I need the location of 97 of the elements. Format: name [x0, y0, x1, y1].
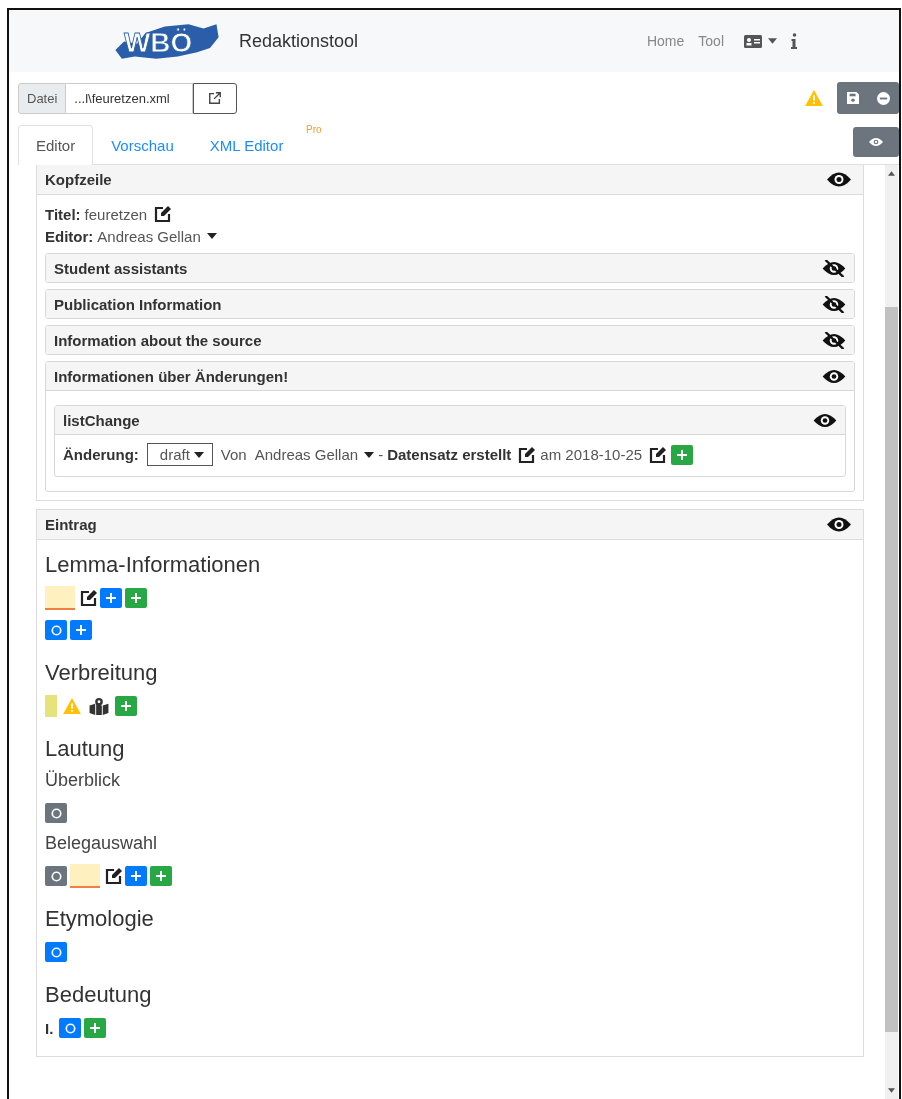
- section-header[interactable]: Information about the source: [46, 326, 854, 354]
- caret-icon: [193, 451, 204, 458]
- add-button[interactable]: [115, 696, 137, 716]
- eye-icon[interactable]: [822, 367, 846, 385]
- circle-icon: [50, 624, 62, 636]
- add-button[interactable]: [125, 866, 147, 886]
- add-button[interactable]: [125, 588, 147, 608]
- edit-icon[interactable]: [105, 867, 123, 885]
- change-label: Änderung:: [63, 446, 139, 463]
- field-label: Titel:: [45, 205, 81, 223]
- section-header[interactable]: Publication Information: [46, 290, 854, 318]
- section-header[interactable]: listChange: [55, 406, 845, 435]
- reload-button[interactable]: [59, 1018, 82, 1038]
- plus-icon: [131, 593, 141, 603]
- person-dropdown[interactable]: Andreas Gellan: [254, 446, 359, 463]
- warning-icon: [63, 698, 81, 714]
- file-label: Datei: [18, 82, 67, 114]
- status-select[interactable]: draft: [146, 443, 213, 466]
- section-header[interactable]: Student assistants: [46, 254, 854, 282]
- subsection-heading: Belegauswahl: [45, 833, 159, 854]
- card-title: Eintrag: [45, 516, 97, 533]
- section-title: listChange: [63, 411, 140, 429]
- plus-icon: [156, 871, 166, 881]
- scroll-up-icon[interactable]: [888, 171, 895, 176]
- caret-icon[interactable]: [768, 38, 777, 44]
- add-button[interactable]: [84, 1018, 107, 1038]
- section-header[interactable]: Informationen über Änderungen!: [46, 362, 854, 390]
- field-value: feuretzen: [84, 205, 148, 223]
- plus-icon: [106, 593, 116, 603]
- edit-icon[interactable]: [80, 589, 98, 607]
- reload-button[interactable]: [45, 866, 67, 886]
- section-title: Publication Information: [54, 295, 222, 313]
- open-file-button[interactable]: [193, 82, 238, 114]
- reload-button[interactable]: [45, 620, 67, 640]
- add-button[interactable]: [70, 620, 92, 640]
- scrollbar-thumb[interactable]: [885, 307, 898, 1032]
- section-heading: Bedeutung: [45, 982, 153, 1008]
- input-field[interactable]: [70, 864, 100, 888]
- caret-icon[interactable]: [364, 451, 375, 458]
- caret-icon[interactable]: [206, 233, 217, 239]
- tab[interactable]: Editor: [18, 125, 94, 165]
- section-heading: Lautung: [45, 736, 126, 762]
- reload-button[interactable]: [45, 803, 67, 823]
- plus-icon: [131, 871, 141, 881]
- section-heading: Verbreitung: [45, 660, 159, 686]
- add-button[interactable]: [150, 866, 172, 886]
- map-marker-icon[interactable]: [89, 697, 109, 715]
- id-card-icon[interactable]: [744, 34, 762, 48]
- subsection-heading: Überblick: [45, 770, 122, 791]
- pro-label: Pro: [306, 124, 322, 135]
- app-title: Redaktionstool: [239, 30, 359, 52]
- edit-icon[interactable]: [518, 445, 537, 464]
- edit-icon[interactable]: [154, 205, 173, 223]
- eye-icon[interactable]: [813, 411, 837, 429]
- file-path-field[interactable]: ...l\feuretzen.xml: [66, 82, 194, 114]
- card-title: Kopfzeile: [45, 171, 112, 188]
- status-bar-marker: [45, 695, 57, 717]
- separator: -: [378, 446, 384, 463]
- add-button[interactable]: [100, 588, 122, 608]
- external-link-icon: [208, 91, 223, 105]
- section-title: Information about the source: [54, 331, 262, 349]
- plus-icon: [121, 701, 131, 711]
- circle-icon: [50, 946, 62, 958]
- plus-icon: [76, 625, 86, 635]
- field-value[interactable]: Andreas Gellan: [97, 227, 201, 245]
- eye-slash-icon[interactable]: [822, 331, 846, 349]
- eye-slash-icon[interactable]: [822, 295, 846, 313]
- section-title: Student assistants: [54, 259, 188, 277]
- card-header[interactable]: Eintrag: [37, 510, 863, 540]
- minus-circle-icon: [877, 91, 890, 105]
- eye-icon: [869, 137, 883, 147]
- input-field[interactable]: [45, 586, 75, 610]
- eye-icon[interactable]: [827, 171, 851, 188]
- edit-icon[interactable]: [649, 445, 668, 464]
- preview-toggle-button[interactable]: [853, 127, 899, 157]
- field-label: Editor:: [45, 227, 94, 245]
- reload-button[interactable]: [45, 942, 67, 962]
- save-icon: [846, 92, 859, 104]
- card-header[interactable]: Kopfzeile: [37, 165, 863, 195]
- eye-icon[interactable]: [827, 516, 851, 533]
- circle-icon: [50, 807, 62, 819]
- scrollbar[interactable]: [885, 165, 898, 1099]
- info-icon[interactable]: [791, 33, 797, 49]
- warning-icon: [805, 90, 823, 106]
- circle-icon: [50, 870, 62, 882]
- change-date: am 2018-10-25: [540, 446, 643, 463]
- change-action: Datensatz erstellt: [387, 446, 512, 463]
- plus-icon: [677, 449, 688, 460]
- section-heading: Etymologie: [45, 906, 155, 932]
- section-title: Informationen über Änderungen!: [54, 367, 289, 385]
- plus-icon: [90, 1023, 101, 1033]
- scroll-down-icon[interactable]: [888, 1088, 895, 1093]
- by-label: Von: [220, 446, 247, 463]
- eye-slash-icon[interactable]: [822, 259, 846, 277]
- circle-icon: [64, 1022, 76, 1034]
- section-heading: Lemma-Informationen: [45, 552, 262, 578]
- numbering-label: I.: [45, 1019, 54, 1037]
